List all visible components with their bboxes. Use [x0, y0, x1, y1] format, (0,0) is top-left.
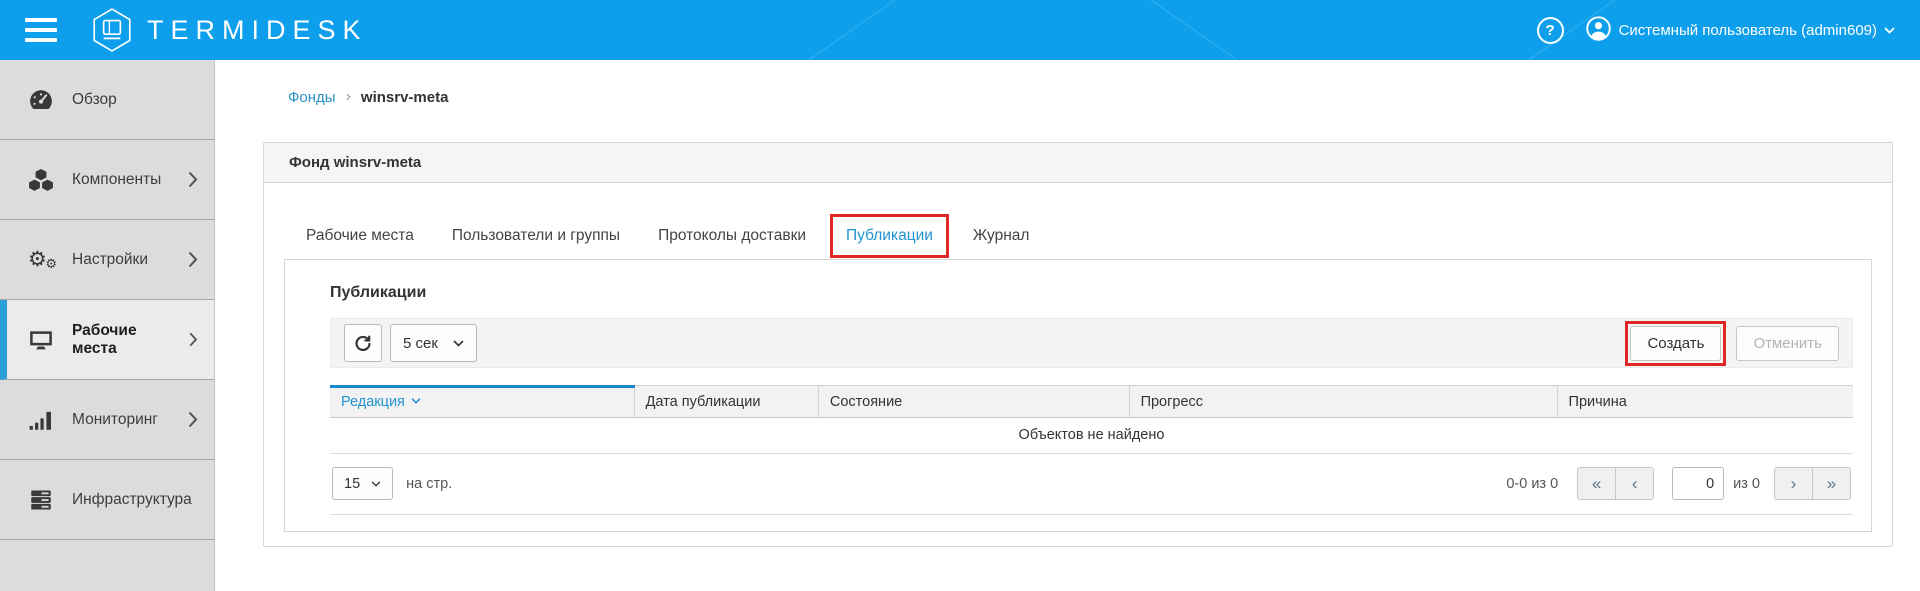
refresh-button[interactable]: [344, 324, 382, 362]
sidebar-item-label: Компоненты: [72, 171, 161, 189]
sidebar-item-infrastructure[interactable]: Инфраструктура: [0, 460, 214, 540]
sorted-column-indicator: [330, 385, 635, 388]
breadcrumb-current: winsrv-meta: [361, 89, 449, 106]
chevron-right-icon: [189, 331, 198, 348]
breadcrumb-separator-icon: ›: [346, 88, 351, 106]
sidebar-item-settings[interactable]: ⚙⚙ Настройки: [0, 220, 214, 300]
refresh-icon: [354, 334, 372, 352]
empty-state-row: Объектов не найдено: [330, 418, 1853, 454]
next-page-button[interactable]: ›: [1774, 467, 1813, 500]
chevron-right-icon: [188, 411, 198, 428]
servers-icon: [28, 487, 54, 513]
main-content: Фонды › winsrv-meta Фонд winsrv-meta Раб…: [215, 60, 1920, 591]
gauge-icon: [28, 87, 54, 113]
range-label: 0-0 из 0: [1506, 476, 1558, 492]
brand-wordmark: TERMIDESK: [147, 15, 368, 46]
table-header-row: Редакция Дата публикации Состояние Прогр…: [330, 385, 1853, 418]
sidebar-item-overview[interactable]: Обзор: [0, 60, 214, 140]
breadcrumb: Фонды › winsrv-meta: [263, 88, 1893, 106]
chevron-down-icon: [1884, 27, 1895, 34]
sidebar: Обзор Компоненты ⚙⚙ Настройки: [0, 60, 215, 591]
column-header-publish-date[interactable]: Дата публикации: [635, 385, 819, 418]
menu-hamburger-icon[interactable]: [25, 18, 57, 42]
per-page-label: на стр.: [406, 476, 452, 492]
tab-delivery-protocols[interactable]: Протоколы доставки: [658, 227, 806, 245]
header-decor-line: [1101, 0, 1429, 60]
publications-table: Редакция Дата публикации Состояние Прогр…: [330, 385, 1853, 454]
tab-journal[interactable]: Журнал: [973, 227, 1030, 245]
sidebar-item-label: Мониторинг: [72, 411, 158, 429]
publications-toolbar: 5 сек Создать Отменить: [330, 318, 1853, 368]
first-page-button[interactable]: «: [1577, 467, 1616, 500]
app-header: TERMIDESK ? Системный пользователь (admi…: [0, 0, 1920, 60]
sidebar-item-label: Инфраструктура: [72, 491, 192, 509]
page-number-input[interactable]: [1672, 467, 1724, 500]
avatar-icon: [1586, 16, 1611, 44]
user-menu[interactable]: Системный пользователь (admin609): [1586, 16, 1895, 44]
chevron-down-icon: [371, 481, 381, 487]
annotation-box-create-button: Создать: [1625, 321, 1726, 366]
panel-heading: Публикации: [330, 284, 1853, 302]
chevron-down-icon: [453, 340, 464, 347]
column-header-progress[interactable]: Прогресс: [1130, 385, 1558, 418]
monitor-icon: [28, 327, 54, 353]
sidebar-item-components[interactable]: Компоненты: [0, 140, 214, 220]
sidebar-item-label: Рабочие места: [72, 322, 171, 358]
sidebar-item-label: Настройки: [72, 251, 148, 269]
column-header-edition[interactable]: Редакция: [330, 385, 635, 418]
total-pages-label: из 0: [1733, 476, 1760, 492]
sidebar-item-label: Обзор: [72, 91, 117, 109]
create-button[interactable]: Создать: [1630, 326, 1721, 361]
sidebar-item-workplaces[interactable]: Рабочие места: [0, 300, 214, 380]
column-header-state[interactable]: Состояние: [819, 385, 1130, 418]
cubes-icon: [28, 167, 54, 193]
chevron-right-icon: [188, 251, 198, 268]
cancel-button[interactable]: Отменить: [1736, 326, 1839, 361]
pagination-bar: 15 на стр. 0-0 из 0 « ‹: [330, 454, 1853, 515]
sidebar-item-monitoring[interactable]: Мониторинг: [0, 380, 214, 460]
breadcrumb-link-funds[interactable]: Фонды: [288, 89, 336, 106]
brand-logo: TERMIDESK: [91, 7, 368, 53]
user-label: Системный пользователь (admin609): [1619, 22, 1877, 39]
publications-panel: Публикации 5 сек: [284, 259, 1872, 532]
tab-users-groups[interactable]: Пользователи и группы: [452, 227, 620, 245]
tab-workplaces[interactable]: Рабочие места: [306, 227, 414, 245]
page-size-dropdown[interactable]: 15: [332, 467, 393, 500]
refresh-interval-value: 5 сек: [403, 335, 438, 352]
gears-icon: ⚙⚙: [28, 247, 54, 273]
annotation-box-publications-tab: Публикации: [830, 214, 949, 258]
sort-chevron-down-icon: [411, 398, 421, 404]
tab-publications[interactable]: Публикации: [846, 227, 933, 244]
refresh-interval-dropdown[interactable]: 5 сек: [390, 324, 477, 362]
fund-tabs: Рабочие места Пользователи и группы Прот…: [306, 213, 1872, 259]
header-decor-line: [616, 0, 944, 60]
empty-state-text: Объектов не найдено: [330, 418, 1853, 454]
chevron-right-icon: [188, 171, 198, 188]
card-title: Фонд winsrv-meta: [264, 143, 1892, 183]
column-header-reason[interactable]: Причина: [1558, 385, 1853, 418]
termidesk-hexagon-icon: [91, 7, 133, 53]
page-size-value: 15: [344, 476, 360, 492]
prev-page-button[interactable]: ‹: [1615, 467, 1654, 500]
bar-chart-icon: [28, 407, 54, 433]
help-icon[interactable]: ?: [1537, 17, 1564, 44]
fund-card: Фонд winsrv-meta Рабочие места Пользоват…: [263, 142, 1893, 547]
last-page-button[interactable]: »: [1812, 467, 1851, 500]
